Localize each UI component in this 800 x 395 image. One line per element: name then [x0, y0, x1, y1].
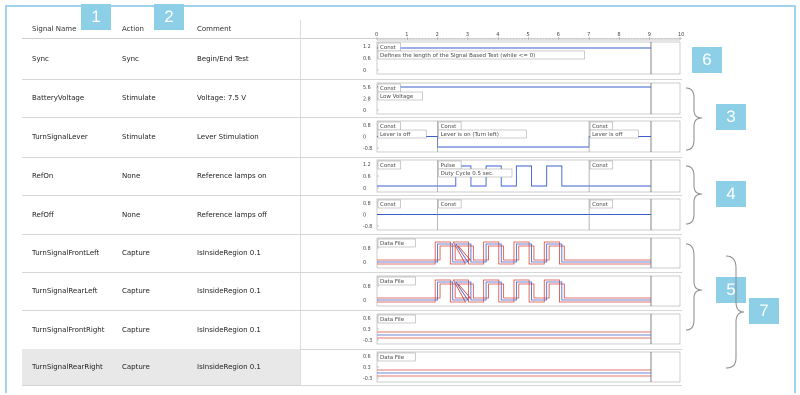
y-tick-label: 0 — [363, 135, 366, 141]
time-tick-label: 1 — [405, 32, 408, 38]
segment-0-label: Data File — [380, 317, 405, 323]
plot-frame — [376, 351, 681, 383]
y-tick-label: 0.6 — [363, 316, 371, 322]
segment-0-label: Data File — [380, 279, 405, 285]
time-tick-label: 7 — [587, 32, 590, 38]
y-tick-label: 0 — [363, 298, 366, 304]
y-tick-label: 0.8 — [363, 123, 371, 129]
time-tick-label: 2 — [436, 32, 439, 38]
y-tick-label: 5.6 — [363, 85, 371, 91]
segment-1-note: Lever is on (Turn left) — [441, 132, 499, 138]
time-tick-label: 0 — [375, 32, 378, 38]
segment-0-label: Const — [380, 202, 397, 208]
segment-1-label: Const — [441, 124, 458, 130]
segment-0-label: Data File — [380, 355, 405, 361]
callout-badge-4: 4 — [716, 181, 746, 207]
time-tick-label: 10 — [678, 32, 684, 38]
segment-2-label: Const — [592, 202, 609, 208]
y-tick-label: 0.8 — [363, 246, 371, 252]
plot-frame — [376, 275, 681, 307]
segment-1-note: Duty Cycle 0.5 sec. — [441, 171, 494, 177]
time-tick-label: 6 — [557, 32, 560, 38]
y-tick-label: 0.3 — [363, 365, 371, 371]
time-tick-label: 4 — [496, 32, 499, 38]
y-tick-label: 0 — [363, 213, 366, 219]
y-tick-label: 2.8 — [363, 97, 371, 103]
segment-2-label: Const — [592, 163, 609, 169]
y-tick-label: 0 — [363, 260, 366, 266]
y-tick-label: -0.3 — [363, 338, 372, 344]
time-tick-label: 5 — [527, 32, 530, 38]
y-tick-label: -0.8 — [363, 224, 372, 230]
y-tick-label: 0.6 — [363, 174, 371, 180]
y-tick-label: 0.8 — [363, 201, 371, 207]
callout-badge-1: 1 — [81, 4, 111, 30]
y-tick-label: 0 — [363, 68, 366, 74]
y-tick-label: 0.8 — [363, 284, 371, 290]
segment-0-label: Const — [380, 163, 397, 169]
y-tick-label: 0 — [363, 186, 366, 192]
callout-badge-3: 3 — [716, 104, 746, 130]
y-tick-label: 1.2 — [363, 162, 371, 168]
time-tick-label: 8 — [617, 32, 620, 38]
plot-frame — [376, 237, 681, 269]
callout-badge-7: 7 — [749, 298, 779, 324]
segment-1-label: Pulse — [441, 163, 456, 169]
segment-0-label: Const — [380, 124, 397, 130]
plot-frame — [376, 159, 681, 193]
segment-0-label: Const — [380, 45, 397, 51]
segment-0-label: Const — [380, 86, 397, 92]
plot-frame — [376, 313, 681, 345]
y-tick-label: 0.6 — [363, 56, 371, 62]
y-tick-label: 1.2 — [363, 44, 371, 50]
y-tick-label: 0 — [363, 108, 366, 114]
signal-plots: 0 1 2 3 4 5 6 7 8 9 10 1.2 0.6 0 Const Defines the leng… — [363, 32, 684, 383]
segment-0-note: Low Voltage — [380, 94, 414, 100]
y-tick-label: 0.6 — [363, 354, 371, 360]
segment-2-label: Const — [592, 124, 609, 130]
segment-0-note: Lever is off — [380, 132, 411, 138]
time-tick-label: 3 — [466, 32, 469, 38]
callout-badge-5: 5 — [716, 277, 746, 303]
y-tick-label: 0.3 — [363, 327, 371, 333]
y-tick-label: -0.3 — [363, 376, 372, 382]
time-tick-label: 9 — [648, 32, 651, 38]
y-tick-label: -0.8 — [363, 146, 372, 152]
callout-badge-2: 2 — [154, 4, 184, 30]
segment-2-note: Lever is off — [592, 132, 623, 138]
segment-0-note: Defines the length of the Signal Based T… — [380, 53, 535, 59]
segment-1-label: Const — [441, 202, 458, 208]
segment-0-label: Data File — [380, 241, 405, 247]
callout-badge-6: 6 — [692, 47, 722, 73]
